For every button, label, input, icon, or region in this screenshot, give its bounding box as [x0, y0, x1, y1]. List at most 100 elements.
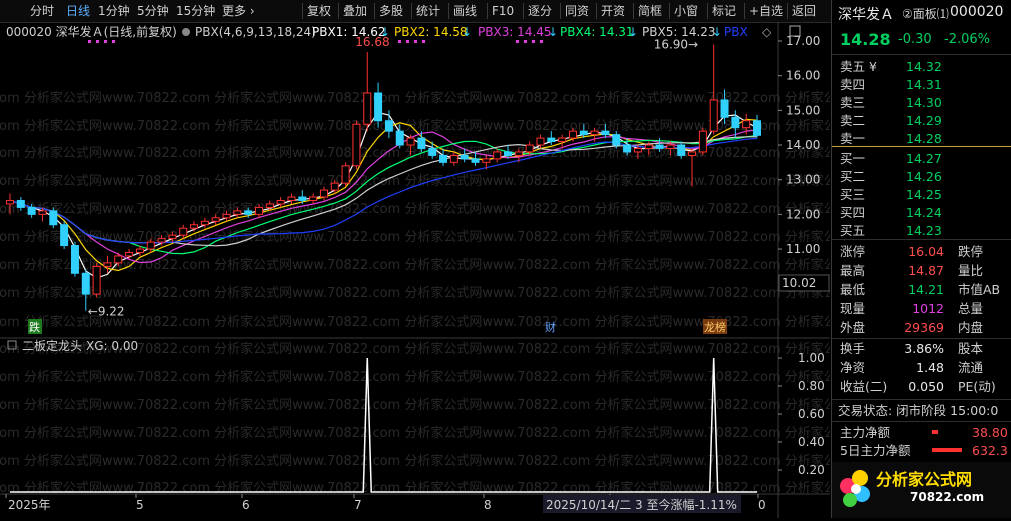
candle-body[interactable] [135, 248, 144, 253]
candle-body[interactable] [428, 147, 437, 156]
toolbar-button-4[interactable]: 画线 [453, 0, 477, 22]
candle-body[interactable] [504, 151, 512, 156]
candle-body[interactable] [70, 245, 79, 274]
candle-body[interactable] [374, 92, 383, 122]
candle-body[interactable] [179, 227, 188, 236]
candle-body[interactable] [49, 210, 58, 226]
candle-body[interactable] [200, 220, 209, 226]
candle-body[interactable] [525, 144, 534, 153]
candle-body[interactable] [6, 199, 14, 205]
candle-body[interactable] [81, 272, 90, 295]
candle-body[interactable] [27, 206, 36, 215]
candle-body[interactable] [698, 130, 707, 153]
candle-body[interactable] [114, 255, 123, 264]
candle-body[interactable] [482, 158, 491, 163]
toolbar-button-7[interactable]: 同资 [565, 0, 589, 22]
toolbar-button-10[interactable]: 小窗 [674, 0, 698, 22]
candle-body[interactable] [222, 213, 231, 219]
candle-body[interactable] [103, 262, 112, 267]
candle-body[interactable] [190, 224, 199, 229]
candle-body[interactable] [753, 120, 761, 136]
candle-body[interactable] [125, 251, 134, 257]
kline-chart-svg[interactable]: com 分析家公式网www.70822.com 分析家公式网www.70822.… [0, 22, 830, 518]
candle-body[interactable] [352, 123, 361, 167]
candle-body[interactable] [309, 196, 318, 201]
legend-diamond-icon[interactable]: ◇ [762, 25, 772, 39]
stat2-value: 3.86% [904, 341, 944, 356]
toolbar-button-12[interactable]: +自选 [749, 0, 783, 22]
candle-body[interactable] [319, 189, 328, 198]
toolbar-button-3[interactable]: 统计 [416, 0, 440, 22]
candle-body[interactable] [16, 199, 25, 208]
candle-body[interactable] [666, 144, 675, 149]
candle-body[interactable] [168, 234, 177, 240]
panel-divider [832, 239, 1011, 240]
candle-body[interactable] [244, 210, 253, 215]
toolbar-button-5[interactable]: F10 [492, 0, 514, 22]
toolbar-button-13[interactable]: 返回 [792, 0, 816, 22]
toolbar-tab-4[interactable]: 15分钟 [176, 0, 215, 22]
candle-body[interactable] [460, 154, 469, 160]
candle-body[interactable] [255, 206, 263, 215]
candle-body[interactable] [633, 147, 642, 153]
event-fin-marker[interactable]: 财 [545, 320, 556, 334]
kline-chart-area[interactable]: com 分析家公式网www.70822.com 分析家公式网www.70822.… [0, 22, 830, 518]
candle-body[interactable] [298, 196, 307, 201]
candle-body[interactable] [579, 130, 588, 136]
candle-body[interactable] [514, 151, 523, 156]
candle-body[interactable] [276, 199, 285, 205]
toolbar-button-2[interactable]: 多股 [379, 0, 403, 22]
candle-body[interactable] [146, 241, 155, 250]
candle-body[interactable] [60, 224, 69, 247]
candle-body[interactable] [330, 182, 339, 191]
candle-body[interactable] [265, 203, 274, 208]
candle-body[interactable] [341, 165, 350, 184]
candle-body[interactable] [568, 130, 577, 139]
candle-body[interactable] [287, 196, 296, 201]
candle-body[interactable] [384, 120, 393, 132]
toolbar-tab-5[interactable]: 更多 › [222, 0, 255, 22]
toolbar-tab-2[interactable]: 1分钟 [98, 0, 130, 22]
candle-body[interactable] [233, 210, 242, 215]
toolbar-button-6[interactable]: 逐分 [528, 0, 552, 22]
toolbar-button-8[interactable]: 开资 [601, 0, 625, 22]
toolbar-button-11[interactable]: 标记 [712, 0, 736, 22]
toolbar-button-1[interactable]: 叠加 [343, 0, 367, 22]
toolbar-tab-3[interactable]: 5分钟 [137, 0, 169, 22]
candle-body[interactable] [558, 137, 567, 143]
candle-body[interactable] [547, 137, 556, 143]
candle-body[interactable] [590, 130, 599, 136]
candle-body[interactable] [406, 137, 415, 146]
toolbar-button-9[interactable]: 简框 [638, 0, 662, 22]
sub-tick-label: 0.60 [798, 407, 825, 421]
candle-body[interactable] [623, 144, 632, 153]
candle-body[interactable] [644, 144, 653, 149]
candle-body[interactable] [731, 116, 740, 129]
candle-body[interactable] [493, 151, 502, 160]
legend-settings-icon[interactable] [182, 28, 190, 36]
candle-body[interactable] [92, 265, 101, 295]
candle-body[interactable] [688, 151, 697, 156]
candle-body[interactable] [395, 130, 404, 146]
candle-body[interactable] [709, 99, 718, 132]
candle-body[interactable] [211, 217, 220, 222]
toolbar-tab-0[interactable]: 分时 [30, 0, 54, 22]
candle-body[interactable] [677, 144, 686, 156]
candle-body[interactable] [720, 99, 729, 118]
candle-body[interactable] [612, 134, 621, 146]
candle-body[interactable] [439, 154, 448, 163]
toolbar-tab-1[interactable]: 日线 [66, 0, 90, 22]
candle-body[interactable] [449, 154, 458, 163]
candle-body[interactable] [471, 158, 480, 163]
candle-body[interactable] [536, 137, 545, 146]
candle-body[interactable] [655, 144, 664, 149]
candle-body[interactable] [157, 238, 166, 243]
candle-body[interactable] [363, 92, 372, 125]
candle-body[interactable] [417, 137, 426, 149]
candle-body[interactable] [38, 210, 47, 215]
date-tick-label: 2025年 [8, 498, 51, 512]
candle-body[interactable] [601, 130, 610, 136]
panel-board-link[interactable]: ②面板⑴ [902, 5, 949, 22]
toolbar-button-0[interactable]: 复权 [307, 0, 331, 22]
candle-body[interactable] [742, 120, 751, 129]
